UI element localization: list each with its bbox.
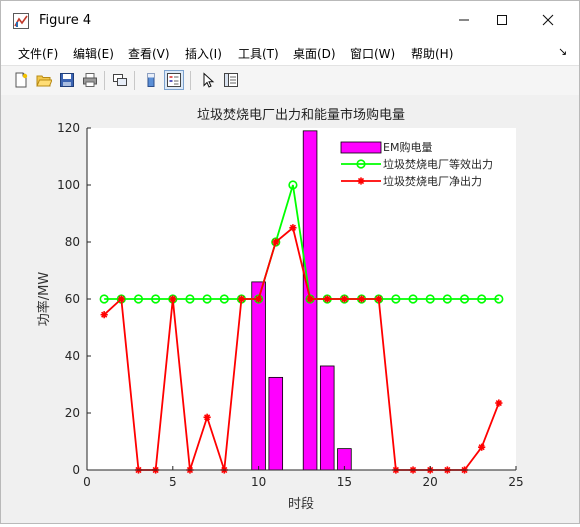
- chart-title: 垃圾焚烧电厂出力和能量市场购电量: [197, 107, 405, 123]
- colorbar-button[interactable]: [141, 70, 161, 90]
- menu-bar: 文件(F) 编辑(E) 查看(V) 插入(I) 工具(T) 桌面(D) 窗口(W…: [1, 39, 579, 65]
- data-point-asterisk[interactable]: [272, 238, 280, 246]
- bar[interactable]: [268, 376, 284, 471]
- minimize-icon: [459, 19, 469, 21]
- link-plot-icon: [113, 74, 127, 86]
- menu-window[interactable]: 窗口(W): [350, 45, 395, 62]
- title-bar[interactable]: Figure 4: [1, 1, 579, 39]
- x-tick-label: 20: [423, 475, 438, 489]
- x-tick-label: 25: [508, 475, 523, 489]
- y-tick-label: 120: [57, 121, 80, 135]
- pointer-button[interactable]: [198, 70, 218, 90]
- chart: 0 5 10 15 20 25 0 20 40 60 80 100 120 垃圾焚烧电厂出力和能量市场购…: [36, 107, 524, 512]
- menu-desktop[interactable]: 桌面(D): [293, 45, 336, 62]
- menu-view[interactable]: 查看(V): [128, 45, 170, 62]
- y-tick-label: 0: [72, 463, 80, 477]
- new-figure-icon: [15, 72, 28, 88]
- data-point-asterisk[interactable]: [100, 311, 108, 319]
- new-figure-button[interactable]: [11, 70, 31, 90]
- menu-tools[interactable]: 工具(T): [238, 45, 279, 62]
- legend-button[interactable]: [164, 70, 184, 90]
- menu-file[interactable]: 文件(F): [18, 45, 58, 62]
- toolbar-separator: [190, 71, 191, 90]
- bar[interactable]: [319, 365, 335, 471]
- print-button[interactable]: [80, 70, 100, 90]
- x-axis-label: 时段: [288, 497, 314, 512]
- window-title: Figure 4: [39, 13, 92, 28]
- open-file-icon: [36, 75, 52, 87]
- y-tick-label: 40: [65, 349, 80, 363]
- property-inspector-icon: [224, 73, 238, 87]
- link-plot-button[interactable]: [110, 70, 130, 90]
- legend-icon: [167, 73, 181, 87]
- pointer-icon: [203, 72, 215, 88]
- legend-label: 垃圾焚烧电厂净出力: [383, 174, 482, 188]
- x-tick-label: 5: [169, 475, 177, 489]
- y-tick-label: 100: [57, 178, 80, 192]
- close-icon: [542, 14, 554, 26]
- x-tick-label: 10: [251, 475, 266, 489]
- x-tick-label: 15: [337, 475, 352, 489]
- figure-window: Figure 4 文件(F) 编辑(E) 查看(V) 插入(I) 工具(T) 桌…: [0, 0, 580, 524]
- data-point-asterisk[interactable]: [495, 399, 503, 407]
- menu-help[interactable]: 帮助(H): [411, 45, 453, 62]
- close-button[interactable]: [525, 1, 571, 39]
- y-axis-label: 功率/MW: [36, 272, 52, 327]
- save-icon: [60, 73, 74, 87]
- bar[interactable]: [251, 281, 266, 471]
- maximize-button[interactable]: [479, 1, 525, 39]
- y-tick-label: 80: [65, 235, 80, 249]
- maximize-icon: [497, 15, 507, 25]
- x-tick-label: 0: [83, 475, 91, 489]
- y-tick-label: 60: [65, 292, 80, 306]
- figure-canvas: 0 5 10 15 20 25 0 20 40 60 80 100 120 垃圾焚烧电厂出力和能量市场购…: [1, 95, 579, 523]
- toolbar-separator: [104, 71, 105, 90]
- data-point-asterisk[interactable]: [289, 224, 297, 232]
- legend-label: EM购电量: [383, 140, 432, 154]
- save-button[interactable]: [57, 70, 77, 90]
- matlab-figure-icon: [13, 13, 29, 29]
- print-icon: [83, 73, 97, 87]
- y-tick-label: 20: [65, 406, 80, 420]
- data-point-asterisk[interactable]: [203, 413, 211, 421]
- property-inspector-button[interactable]: [221, 70, 241, 90]
- open-file-button[interactable]: [34, 70, 54, 90]
- menu-insert[interactable]: 插入(I): [185, 45, 222, 62]
- legend-swatch-bar: [340, 141, 382, 154]
- toolbar-separator: [134, 71, 135, 90]
- colorbar-icon: [147, 73, 155, 87]
- legend-label: 垃圾焚烧电厂等效出力: [383, 157, 493, 171]
- figure-toolbar: [1, 65, 579, 96]
- dock-arrow-icon[interactable]: ↘: [558, 45, 567, 58]
- menu-edit[interactable]: 编辑(E): [73, 45, 114, 62]
